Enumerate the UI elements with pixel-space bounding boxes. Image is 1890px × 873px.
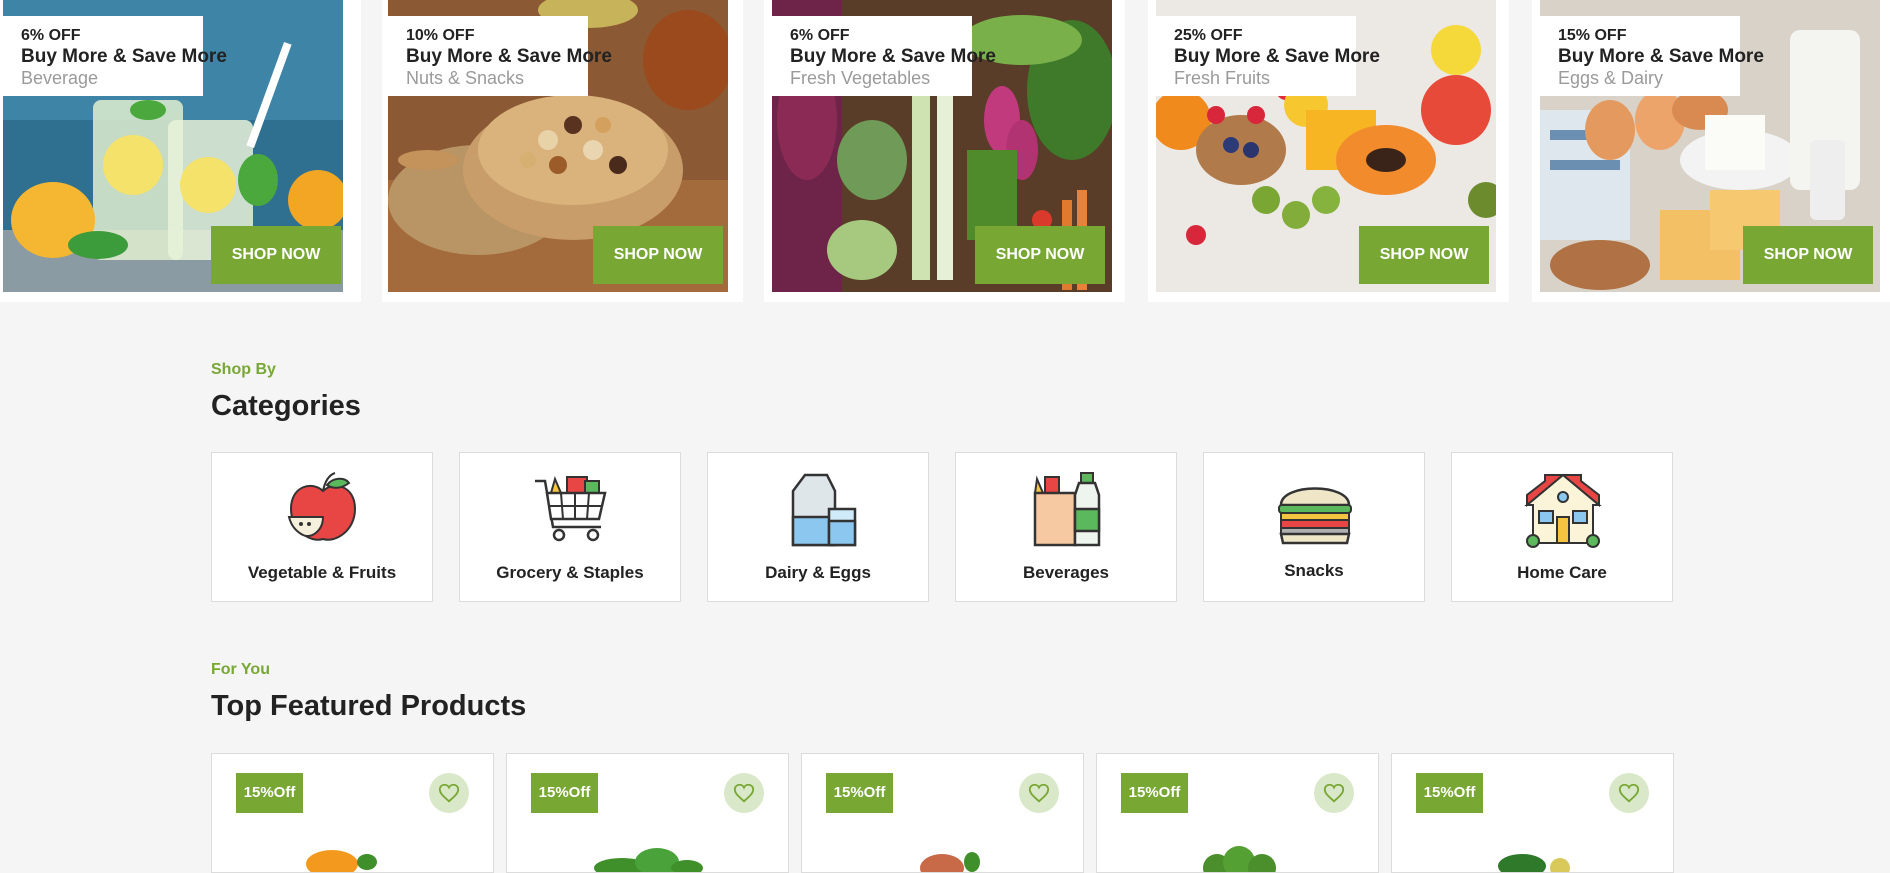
banner-headline: Buy More & Save More [790,46,996,67]
category-label: Vegetable & Fruits [247,563,397,582]
discount-badge: 15%Off [1416,773,1483,813]
heart-icon [438,783,460,803]
category-card-beverages[interactable]: Beverages [955,452,1177,602]
banner-headline: Buy More & Save More [21,46,227,67]
discount-badge: 15%Off [826,773,893,813]
banner-category: Fresh Vegetables [790,68,931,88]
banner-headline: Buy More & Save More [1174,46,1380,67]
wishlist-button[interactable] [1314,773,1354,813]
featured-eyebrow: For You [211,661,270,678]
shop-now-button[interactable]: SHOP NOW [1743,226,1873,284]
banner-offer-card: 6% OFF Buy More & Save More Beverage [3,16,227,96]
banner-offer-card: 25% OFF Buy More & Save More Fresh Fruit… [1156,16,1380,96]
product-card[interactable]: 15%Off [1391,753,1674,873]
featured-title: Top Featured Products [211,690,527,722]
product-card[interactable]: 15%Off [211,753,494,873]
product-image-onion [862,824,1022,872]
banner-offer-card: 6% OFF Buy More & Save More Fresh Vegeta… [772,16,996,96]
categories-eyebrow: Shop By [211,361,276,378]
promo-banner-eggs-dairy: 15% OFF Buy More & Save More Eggs & Dair… [1532,0,1890,302]
banner-headline: Buy More & Save More [1558,46,1764,67]
promo-banner-nuts-snacks: 10% OFF Buy More & Save More Nuts & Snac… [382,0,743,302]
wishlist-button[interactable] [724,773,764,813]
category-card-dairy-eggs[interactable]: Dairy & Eggs [707,452,929,602]
banner-offer-card: 10% OFF Buy More & Save More Nuts & Snac… [388,16,612,96]
banner-category: Eggs & Dairy [1558,68,1664,88]
banner-discount: 6% OFF [790,27,850,44]
heart-icon [1028,783,1050,803]
shop-now-button[interactable]: SHOP NOW [975,226,1105,284]
category-card-vegetable-fruits[interactable]: Vegetable & Fruits [211,452,433,602]
shop-now-button[interactable]: SHOP NOW [593,226,723,284]
discount-badge: 15%Off [236,773,303,813]
promo-banner-beverage: 6% OFF Buy More & Save More Beverage SHO… [0,0,361,302]
wishlist-button[interactable] [1019,773,1059,813]
product-card[interactable]: 15%Off [506,753,789,873]
product-card[interactable]: 15%Off [1096,753,1379,873]
promo-banner-fresh-vegetables: 6% OFF Buy More & Save More Fresh Vegeta… [764,0,1125,302]
product-image-orange [272,824,432,872]
house-icon [1523,469,1603,549]
category-label: Beverages [1022,563,1109,582]
shop-now-button[interactable]: SHOP NOW [211,226,341,284]
discount-badge: 15%Off [1121,773,1188,813]
banner-category: Nuts & Snacks [406,68,525,88]
promo-banner-row: 6% OFF Buy More & Save More Beverage SHO… [0,0,1890,302]
banner-category: Beverage [21,68,99,88]
banner-headline: Buy More & Save More [406,46,612,67]
product-image-broccoli [1157,824,1317,872]
discount-badge: 15%Off [531,773,598,813]
heart-icon [733,783,755,803]
wishlist-button[interactable] [1609,773,1649,813]
category-label: Snacks [1284,561,1344,580]
burger-icon [1275,469,1355,549]
heart-icon [1618,783,1640,803]
product-image-leafy-greens [567,824,727,872]
categories-title: Categories [211,390,361,422]
wishlist-button[interactable] [429,773,469,813]
product-card[interactable]: 15%Off [801,753,1084,873]
product-image-spinach [1452,824,1612,872]
category-label: Dairy & Eggs [765,563,871,582]
shopping-cart-icon [531,469,611,549]
promo-banner-fresh-fruits: 25% OFF Buy More & Save More Fresh Fruit… [1148,0,1509,302]
banner-discount: 25% OFF [1174,27,1243,44]
banner-category: Fresh Fruits [1174,68,1271,88]
apple-icon [283,469,363,549]
category-label: Home Care [1517,563,1607,582]
banner-offer-card: 15% OFF Buy More & Save More Eggs & Dair… [1540,16,1764,96]
category-label: Grocery & Staples [496,563,644,582]
banner-discount: 15% OFF [1558,27,1627,44]
banner-discount: 6% OFF [21,27,81,44]
milk-carton-icon [779,469,859,549]
beverage-bottle-icon [1027,469,1107,549]
banner-discount: 10% OFF [406,27,475,44]
heart-icon [1323,783,1345,803]
category-card-grocery-staples[interactable]: Grocery & Staples [459,452,681,602]
shop-now-button[interactable]: SHOP NOW [1359,226,1489,284]
category-card-home-care[interactable]: Home Care [1451,452,1673,602]
category-card-snacks[interactable]: Snacks [1203,452,1425,602]
